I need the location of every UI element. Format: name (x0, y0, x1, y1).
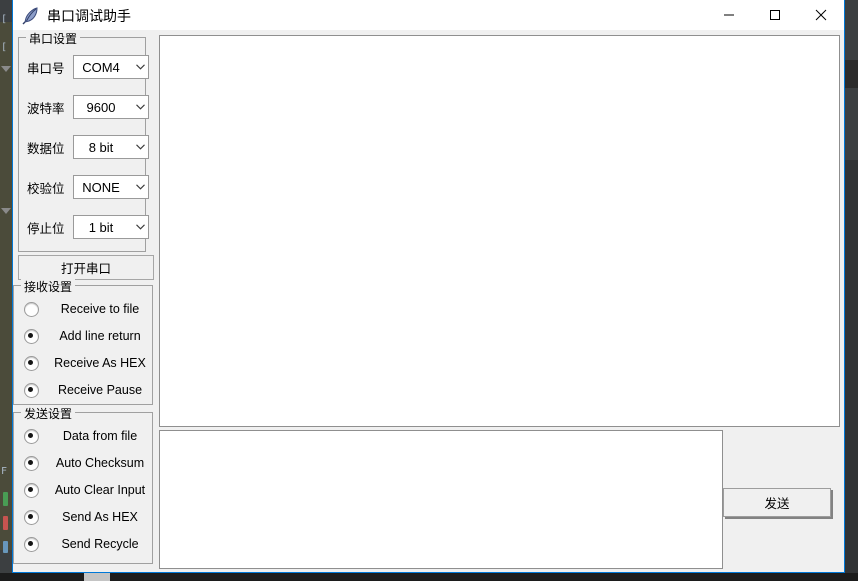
background-glyph-icon: F (1, 466, 8, 477)
databits-select-value: 8 bit (88, 139, 114, 155)
radio-receive-pause[interactable]: Receive Pause (24, 379, 155, 401)
radio-receive-as-hex-label: Receive As HEX (54, 356, 146, 370)
send-button[interactable]: 发送 (723, 488, 831, 517)
chevron-down-icon (132, 64, 148, 70)
maximize-icon[interactable] (752, 0, 798, 30)
chevron-down-icon (132, 144, 148, 150)
parity-select[interactable]: NONE (73, 175, 149, 199)
open-serial-port-button[interactable]: 打开串口 (18, 255, 154, 280)
radio-icon-on (24, 455, 39, 471)
radio-icon-on (24, 482, 39, 498)
title-bar[interactable]: 串口调试助手 (13, 0, 844, 31)
radio-receive-pause-label: Receive Pause (57, 383, 143, 397)
radio-add-line-return-label: Add line return (59, 329, 141, 343)
chevron-down-icon (132, 224, 148, 230)
minimize-icon[interactable] (706, 0, 752, 30)
stopbits-select[interactable]: 1 bit (73, 215, 149, 239)
background-marker-red (3, 516, 8, 530)
radio-auto-checksum-label: Auto Checksum (55, 456, 145, 470)
radio-data-from-file[interactable]: Data from file (24, 425, 155, 447)
chevron-down-icon (132, 104, 148, 110)
background-glyph-icon: [ (1, 14, 8, 25)
field-databits: 数据位 8 bit (27, 134, 149, 160)
port-select[interactable]: COM4 (73, 55, 149, 79)
field-databits-label: 数据位 (27, 141, 65, 156)
baud-select[interactable]: 9600 (73, 95, 149, 119)
field-baud-label: 波特率 (27, 101, 65, 116)
radio-icon-off (24, 301, 39, 317)
stopbits-select-value: 1 bit (88, 219, 114, 235)
field-port: 串口号 COM4 (27, 54, 149, 80)
baud-select-value: 9600 (86, 99, 116, 115)
field-port-label: 串口号 (27, 61, 65, 76)
radio-send-as-hex[interactable]: Send As HEX (24, 506, 155, 528)
field-stopbits-label: 停止位 (27, 221, 65, 236)
background-marker-green (3, 492, 8, 506)
send-textarea[interactable] (159, 430, 723, 569)
radio-icon-on (24, 509, 39, 525)
taskbar (0, 573, 858, 581)
background-collapse-arrow-icon (1, 208, 11, 214)
parity-select-value: NONE (82, 179, 120, 195)
radio-receive-as-hex[interactable]: Receive As HEX (24, 352, 155, 374)
field-baud: 波特率 9600 (27, 94, 149, 120)
send-settings-title: 发送设置 (21, 405, 76, 422)
field-stopbits: 停止位 1 bit (27, 214, 149, 240)
close-icon[interactable] (798, 0, 844, 30)
chevron-down-icon (132, 184, 148, 190)
receive-settings-group: 接收设置 Receive to file Add line return Rec… (13, 278, 155, 405)
radio-icon-on (24, 355, 39, 371)
radio-icon-on (24, 428, 39, 444)
radio-icon-on (24, 328, 39, 344)
background-app-right-stripe (845, 0, 858, 581)
background-glyph-icon: [ (1, 42, 8, 53)
serial-settings-group: 串口设置 串口号 COM4 波特率 9600 数据位 8 bit 校验位 NON… (18, 30, 149, 252)
receive-settings-title: 接收设置 (21, 278, 76, 295)
receive-textarea[interactable] (159, 35, 840, 427)
radio-auto-clear-input-label: Auto Clear Input (54, 483, 146, 497)
radio-auto-clear-input[interactable]: Auto Clear Input (24, 479, 155, 501)
port-select-value: COM4 (82, 59, 120, 75)
radio-receive-to-file-label: Receive to file (60, 302, 140, 316)
radio-auto-checksum[interactable]: Auto Checksum (24, 452, 155, 474)
serial-settings-title: 串口设置 (26, 30, 81, 47)
databits-select[interactable]: 8 bit (73, 135, 149, 159)
radio-send-recycle[interactable]: Send Recycle (24, 533, 155, 555)
field-parity: 校验位 NONE (27, 174, 149, 200)
radio-add-line-return[interactable]: Add line return (24, 325, 155, 347)
settings-column: 串口设置 串口号 COM4 波特率 9600 数据位 8 bit 校验位 NON… (13, 30, 154, 571)
application-window: 串口调试助手 串口设置 串口号 COM4 波特率 9600 数据位 8 bit … (12, 0, 845, 573)
background-marker-blue (3, 541, 8, 553)
radio-icon-on (24, 536, 39, 552)
window-title: 串口调试助手 (47, 8, 131, 24)
taskbar-item-icon[interactable] (84, 573, 110, 581)
field-parity-label: 校验位 (27, 181, 65, 196)
radio-icon-on (24, 382, 39, 398)
feather-quill-icon (21, 5, 41, 25)
background-collapse-arrow-icon (1, 66, 11, 72)
radio-send-as-hex-label: Send As HEX (62, 510, 138, 524)
radio-receive-to-file[interactable]: Receive to file (24, 298, 155, 320)
client-area: 串口设置 串口号 COM4 波特率 9600 数据位 8 bit 校验位 NON… (13, 30, 844, 571)
send-settings-group: 发送设置 Data from file Auto Checksum Auto C… (13, 405, 155, 564)
radio-send-recycle-label: Send Recycle (61, 537, 139, 551)
radio-data-from-file-label: Data from file (62, 429, 138, 443)
